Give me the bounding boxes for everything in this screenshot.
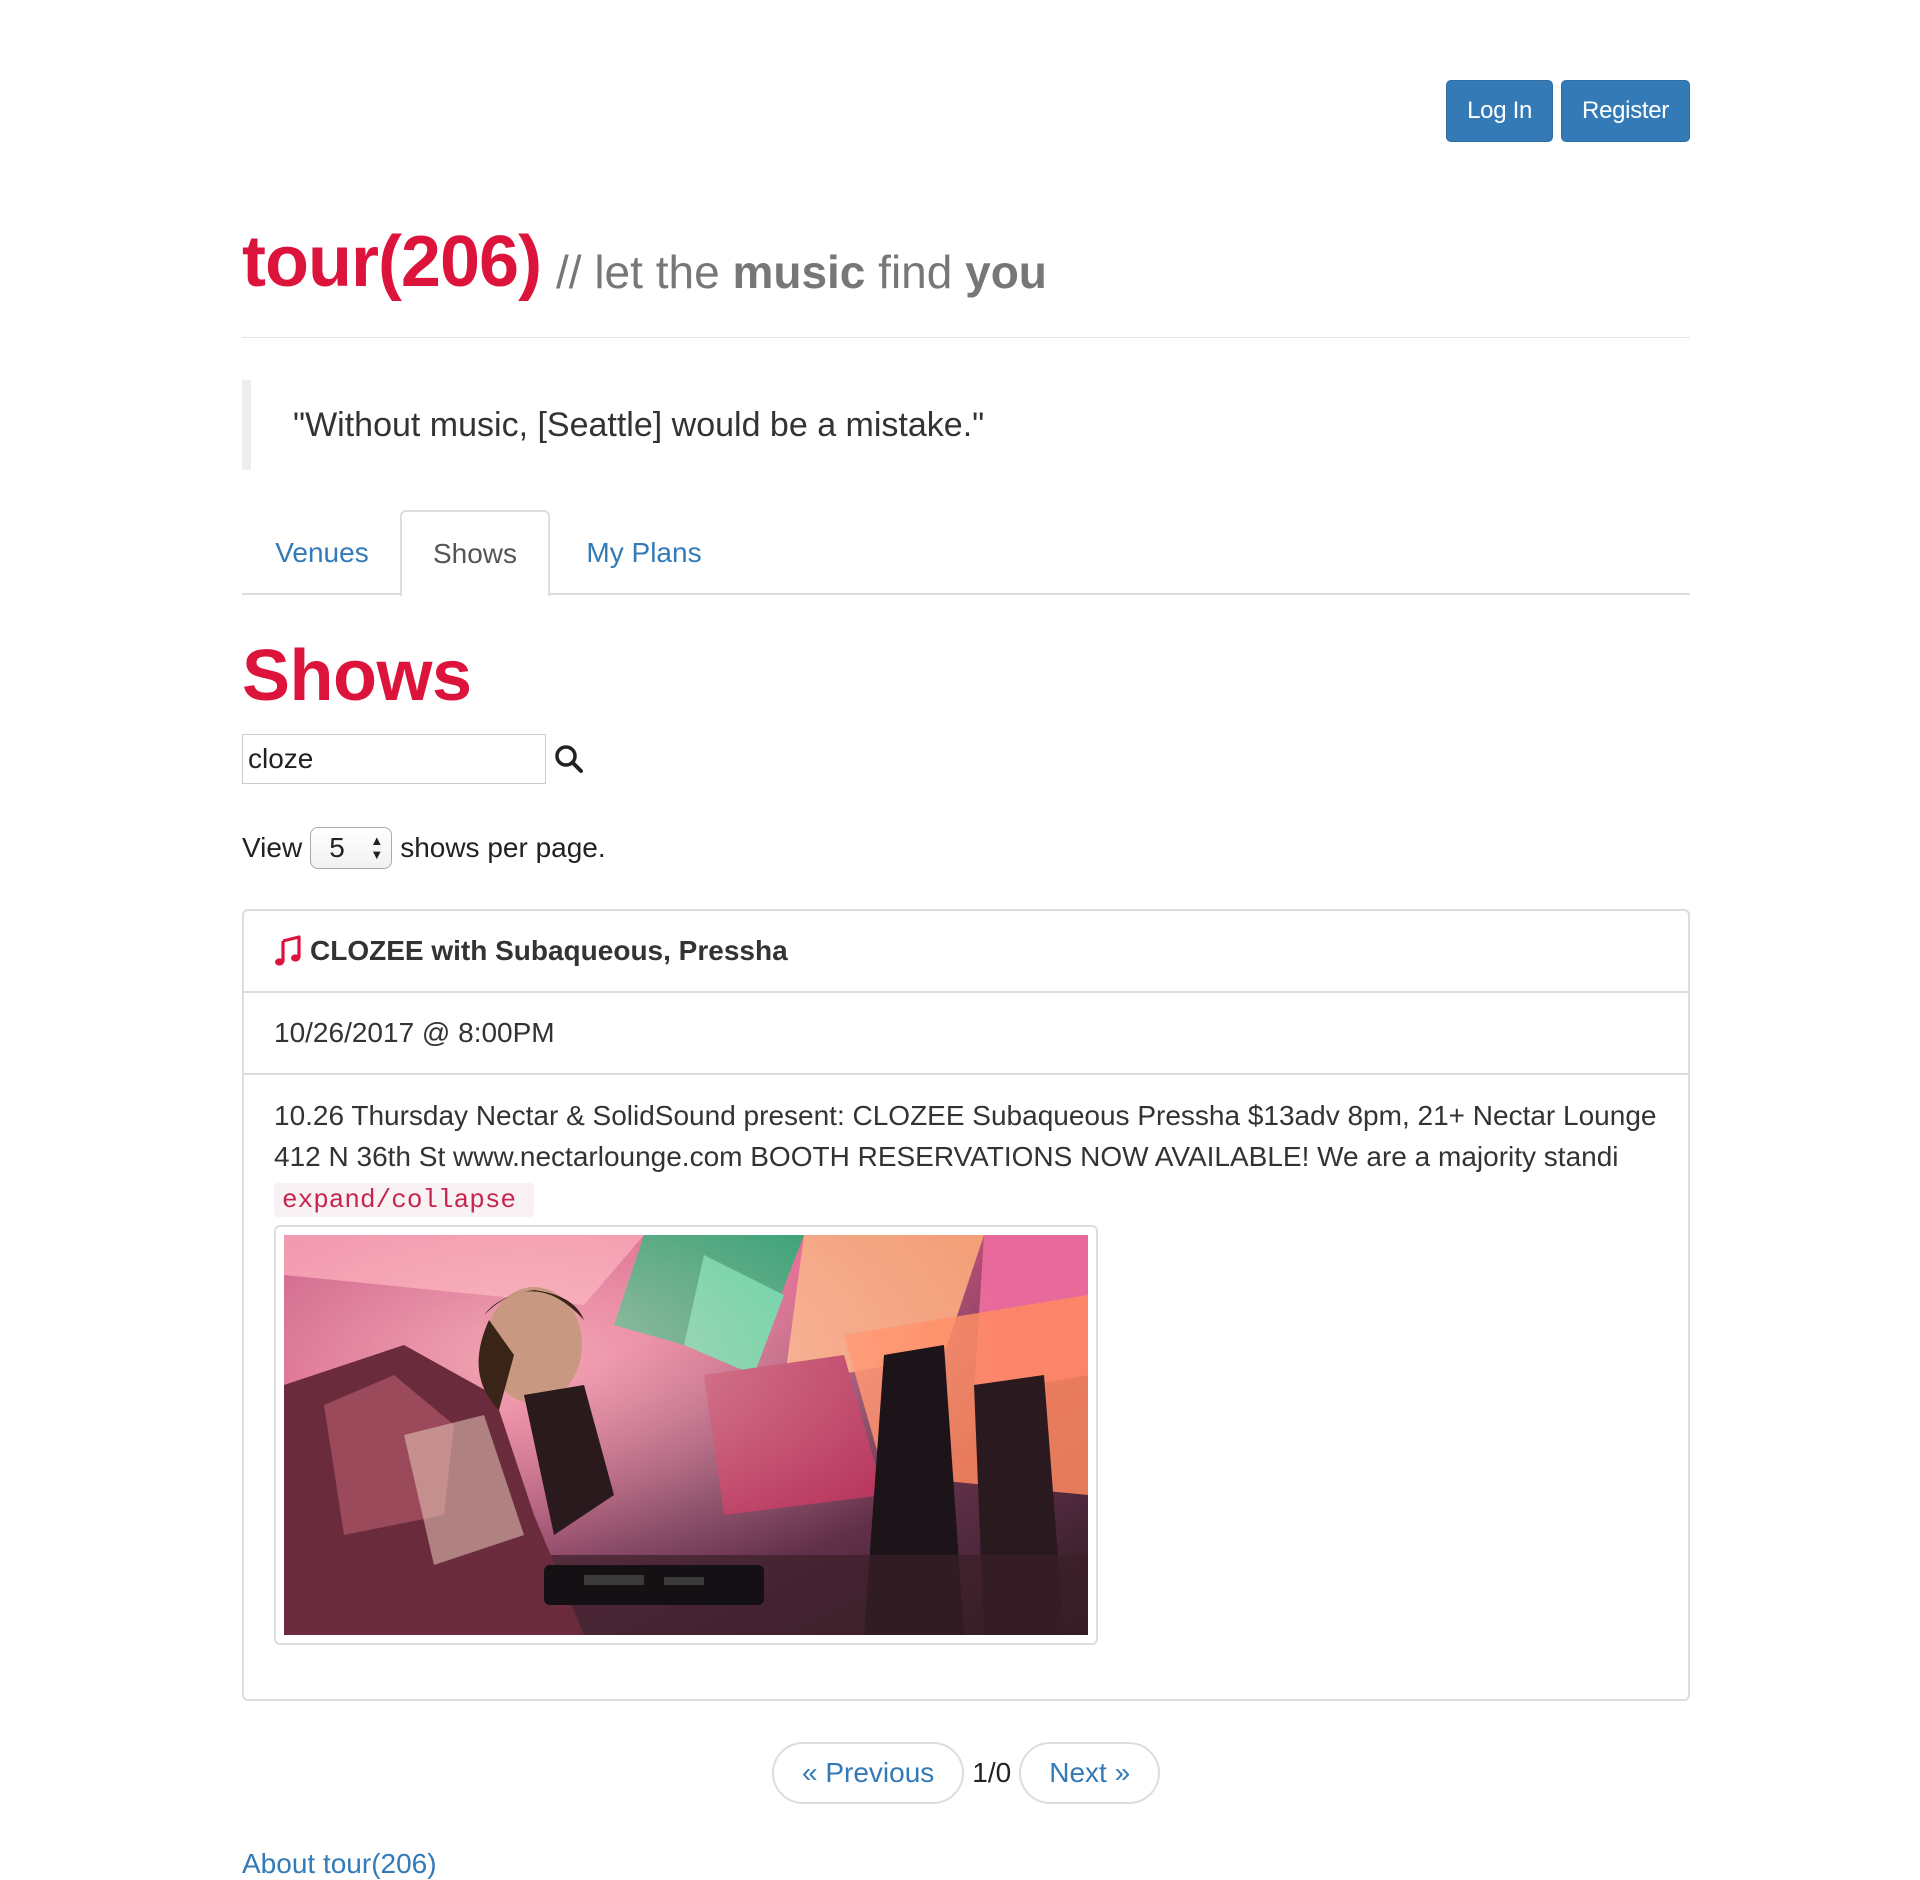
tagline-music: music (732, 246, 866, 298)
show-title: CLOZEE with Subaqueous, Pressha (310, 935, 788, 966)
per-page-control: View 5 ▲ ▼ shows per page. (242, 826, 606, 870)
tagline-prefix: // let the (556, 246, 733, 298)
per-page-prefix: View (242, 832, 303, 863)
brand-title: tour(206) (242, 222, 542, 302)
tab-shows[interactable]: Shows (400, 510, 550, 597)
quote-block: "Without music, [Seattle] would be a mis… (242, 380, 1690, 470)
search-input[interactable] (242, 734, 546, 784)
expand-collapse-toggle[interactable]: expand/collapse (274, 1183, 535, 1217)
show-datetime-row: 10/26/2017 @ 8:00PM (244, 993, 1688, 1075)
next-button[interactable]: Next » (1019, 1742, 1161, 1804)
tagline: // let the music find you (556, 242, 1047, 302)
register-button[interactable]: Register (1561, 80, 1690, 142)
tagline-you: you (965, 246, 1047, 298)
section-title: Shows (242, 636, 472, 716)
nav-tabs: Venues Shows My Plans (242, 510, 1690, 597)
quote-text: "Without music, [Seattle] would be a mis… (293, 405, 985, 444)
music-note-icon (275, 935, 301, 966)
per-page-suffix: shows per page. (400, 832, 606, 863)
show-datetime: 10/26/2017 @ 8:00PM (274, 1017, 555, 1048)
page-count: 1/0 (972, 1757, 1012, 1788)
search-icon[interactable] (554, 744, 584, 774)
tab-venues[interactable]: Venues (242, 510, 402, 595)
show-description: 10.26 Thursday Nectar & SolidSound prese… (274, 1100, 1657, 1172)
login-button[interactable]: Log In (1446, 80, 1554, 142)
previous-button[interactable]: « Previous (772, 1742, 965, 1804)
show-image-frame (274, 1225, 1098, 1645)
about-link[interactable]: About tour(206) (242, 1848, 437, 1880)
page-header: tour(206) // let the music find you (242, 222, 1690, 338)
show-card: CLOZEE with Subaqueous, Pressha 10/26/20… (242, 909, 1690, 1701)
auth-buttons: Log In Register (1446, 80, 1690, 142)
tagline-mid: find (865, 246, 966, 298)
pagination: « Previous 1/0 Next » (772, 1741, 1161, 1805)
per-page-select[interactable]: 5 ▲ ▼ (310, 827, 393, 869)
tab-my-plans[interactable]: My Plans (550, 510, 738, 595)
per-page-value: 5 (329, 832, 345, 863)
show-photo[interactable] (284, 1235, 1088, 1635)
show-card-heading: CLOZEE with Subaqueous, Pressha (244, 911, 1688, 993)
show-card-body: 10.26 Thursday Nectar & SolidSound prese… (244, 1075, 1688, 1645)
select-arrows-icon: ▲ ▼ (370, 833, 384, 862)
